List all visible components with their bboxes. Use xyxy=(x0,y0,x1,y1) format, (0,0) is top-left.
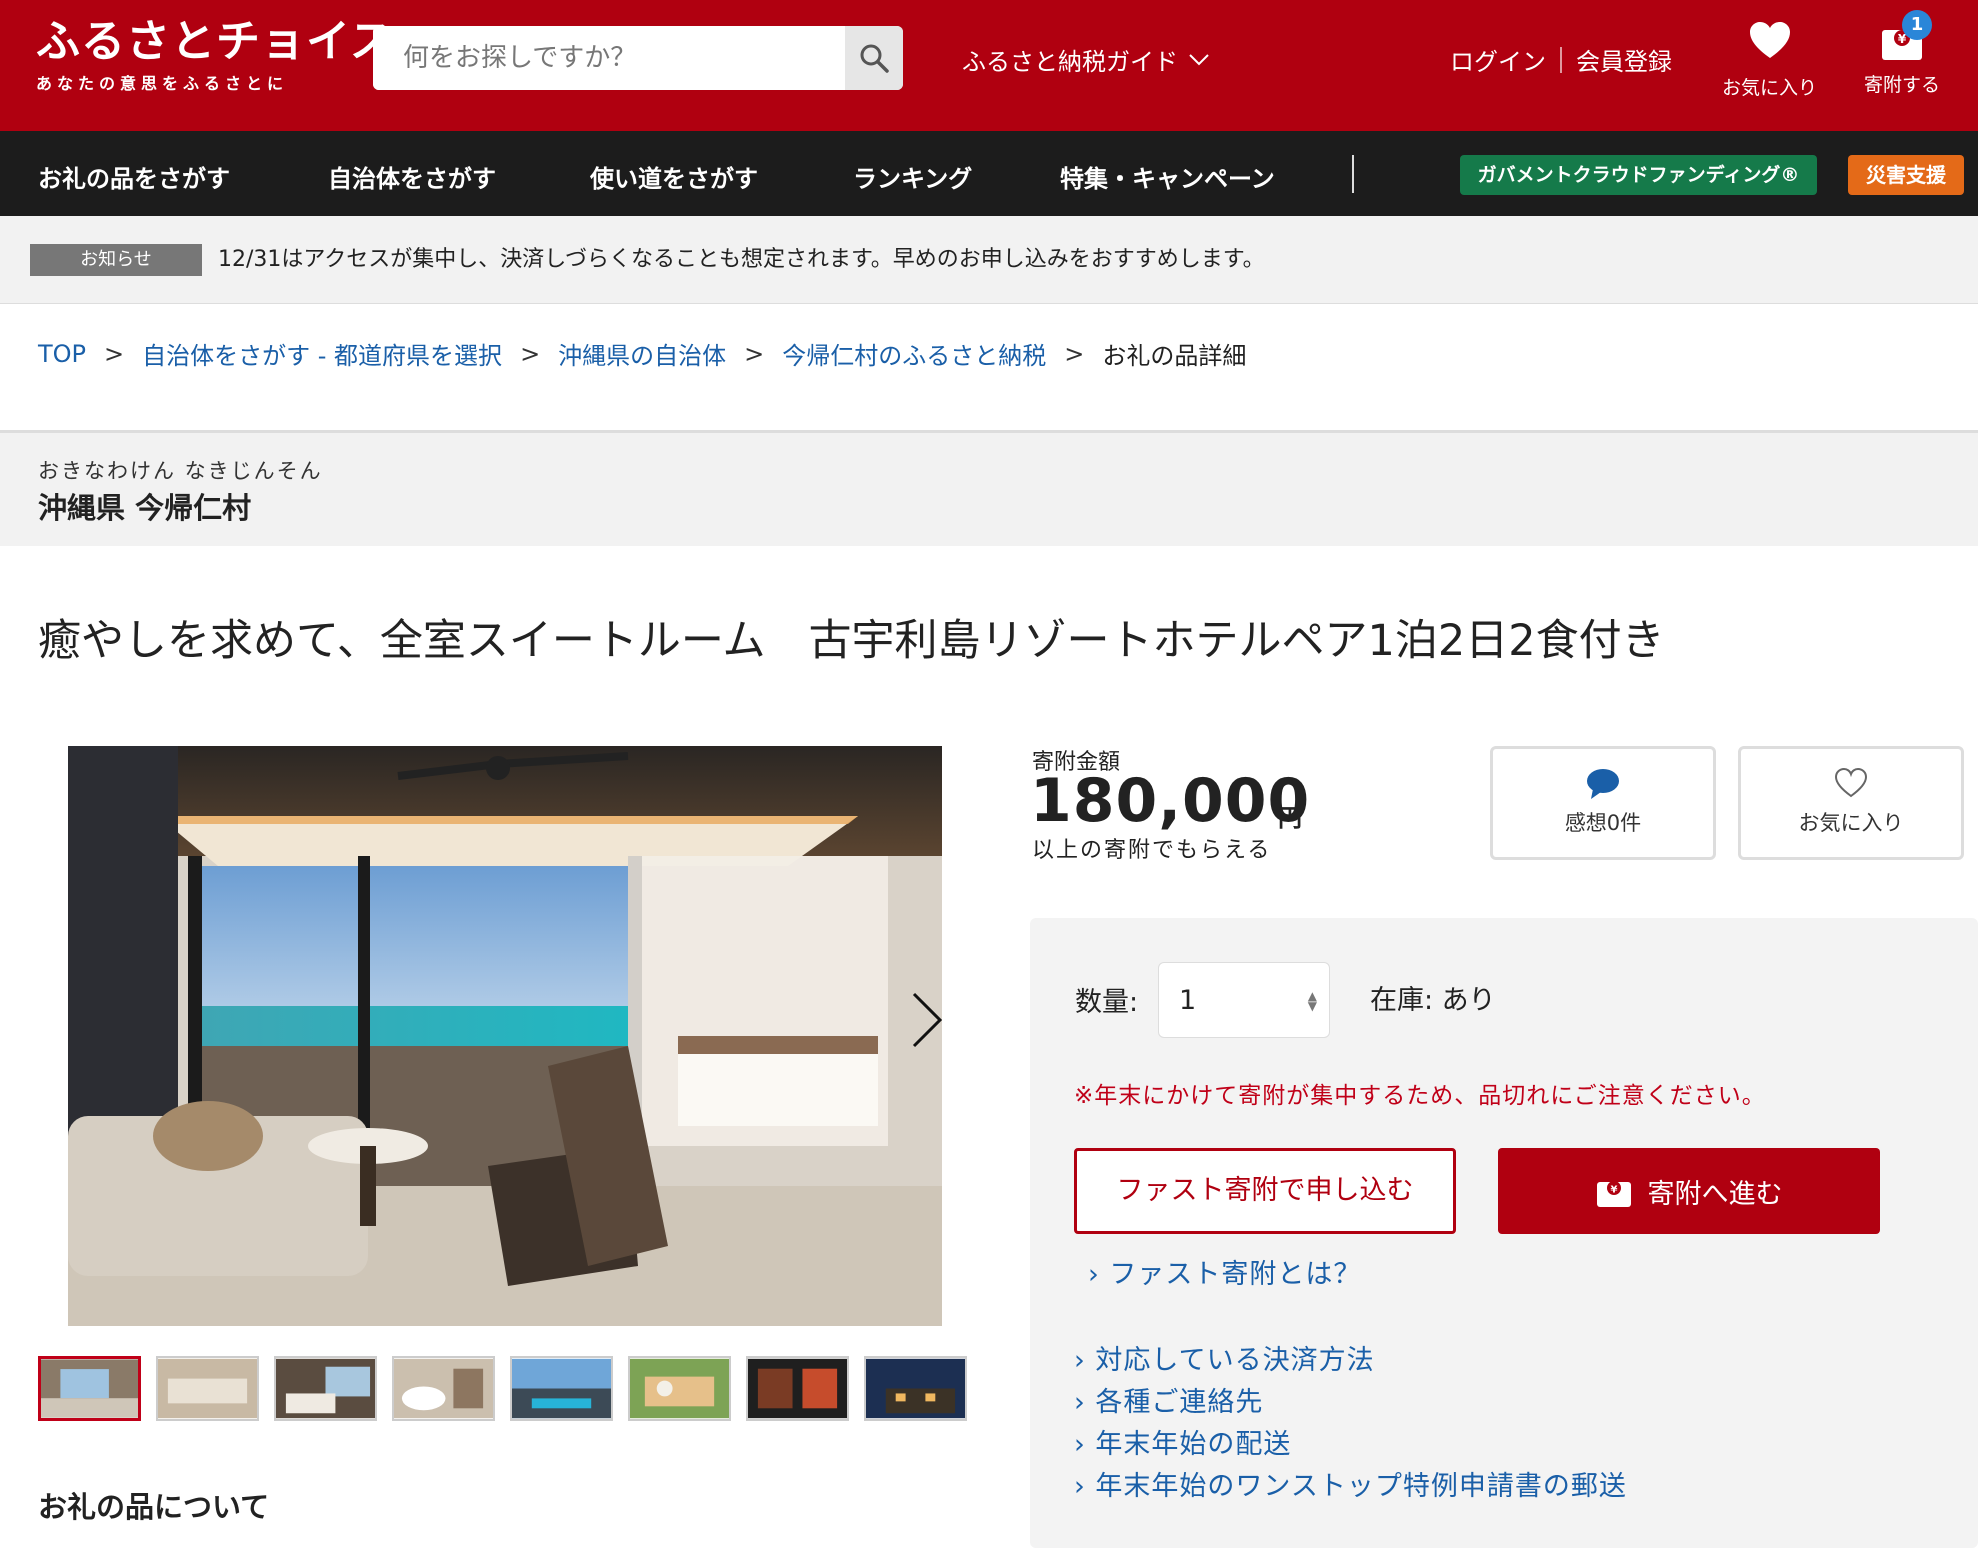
municipality-header: おきなわけん なきじんそん 沖縄県 今帰仁村 xyxy=(0,430,1978,546)
contacts-link[interactable]: › 各種ご連絡先 xyxy=(1074,1380,1263,1419)
cart-count-badge: 1 xyxy=(1902,10,1932,40)
proceed-donation-button[interactable]: ¥ 寄附へ進む xyxy=(1498,1148,1880,1234)
nav-disaster-button[interactable]: 災害支援 xyxy=(1848,155,1964,195)
next-image-button[interactable] xyxy=(910,990,944,1054)
speech-bubble-icon xyxy=(1587,769,1619,799)
heart-icon xyxy=(1749,22,1790,58)
product-main-image[interactable] xyxy=(68,746,942,1326)
donate-cart-button[interactable]: ¥ 1 寄附する xyxy=(1864,10,1941,97)
one-stop-mail-label: 年末年始のワンストップ特例申請書の郵送 xyxy=(1095,1471,1627,1502)
breadcrumb-prefecture-select[interactable]: 自治体をさがす - 都道府県を選択 xyxy=(142,336,502,371)
notice-text: 12/31はアクセスが集中し、決済しづらくなることも想定されます。早めのお申し込… xyxy=(218,247,1265,272)
thumbnail[interactable] xyxy=(510,1356,613,1421)
thumbnail[interactable] xyxy=(628,1356,731,1421)
thumbnail-strip xyxy=(38,1356,967,1421)
chevron-right-icon: › xyxy=(1074,1345,1086,1376)
fast-donation-info-link[interactable]: › ファスト寄附とは？ xyxy=(1088,1252,1361,1291)
amount-note: 以上の寄附でもらえる xyxy=(1032,838,1272,863)
chevron-right-icon: › xyxy=(1088,1259,1100,1290)
fast-donation-info-label: ファスト寄附とは？ xyxy=(1109,1259,1362,1290)
nav-divider xyxy=(1352,155,1354,193)
favorites-label: お気に入り xyxy=(1722,77,1818,99)
logo-text: ふるさとチョイス xyxy=(36,16,395,67)
chevron-right-icon: › xyxy=(1074,1387,1086,1418)
chevron-right-icon: › xyxy=(1074,1429,1086,1460)
reviews-label: 感想0件 xyxy=(1564,811,1642,835)
municipality-kana: おきなわけん なきじんそん xyxy=(38,459,323,483)
notice-bar: お知らせ 12/31はアクセスが集中し、決済しづらくなることも想定されます。早め… xyxy=(0,216,1978,304)
search-icon xyxy=(860,44,889,73)
quantity-label: 数量: xyxy=(1075,987,1139,1018)
breadcrumb: TOP > 自治体をさがす - 都道府県を選択 > 沖縄県の自治体 > 今帰仁村… xyxy=(38,336,1246,371)
quantity-select[interactable]: 1 ▲ ▼ xyxy=(1158,962,1330,1038)
auth-links: ログイン 会員登録 xyxy=(1450,42,1672,77)
breadcrumb-okinawa[interactable]: 沖縄県の自治体 xyxy=(558,336,726,371)
guide-menu[interactable]: ふるさと納税ガイド xyxy=(962,42,1210,77)
nav-search-municipalities[interactable]: 自治体をさがす xyxy=(328,159,496,194)
stock-warning: ※年末にかけて寄附が集中するため、品切れにご注意ください。 xyxy=(1074,1083,1766,1109)
chevron-right-icon: › xyxy=(1074,1471,1086,1502)
add-favorite-button[interactable]: お気に入り xyxy=(1738,746,1964,860)
currency-label: 円 xyxy=(1278,804,1302,832)
reviews-button[interactable]: 感想0件 xyxy=(1490,746,1716,860)
payment-methods-label: 対応している決済方法 xyxy=(1095,1345,1375,1376)
product-title: 癒やしを求めて、全室スイートルーム 古宇利島リゾートホテルペア1泊2日2食付き xyxy=(38,616,1665,666)
donate-label: 寄附する xyxy=(1864,74,1941,96)
thumbnail[interactable] xyxy=(274,1356,377,1421)
donation-panel: 数量: 1 ▲ ▼ 在庫: あり ※年末にかけて寄附が集中するため、品切れにご注意… xyxy=(1030,918,1978,1548)
chevron-down-icon xyxy=(1189,53,1209,65)
proceed-label: 寄附へ進む xyxy=(1647,1178,1783,1210)
nav-gcf-button[interactable]: ガバメントクラウドファンディング® xyxy=(1460,155,1817,195)
thumbnail[interactable] xyxy=(392,1356,495,1421)
nav-search-uses[interactable]: 使い道をさがす xyxy=(590,159,758,194)
nav-search-gifts[interactable]: お礼の品をさがす xyxy=(38,159,230,194)
search-button[interactable] xyxy=(845,26,903,90)
year-end-shipping-label: 年末年始の配送 xyxy=(1095,1429,1292,1460)
contacts-label: 各種ご連絡先 xyxy=(1095,1387,1264,1418)
heart-outline-icon xyxy=(1834,767,1868,798)
breadcrumb-separator: > xyxy=(744,339,765,368)
site-header: ふるさとチョイス あなたの意思をふるさとに ふるさと納税ガイド ログイン 会員登… xyxy=(0,0,1978,131)
breadcrumb-separator: > xyxy=(1064,339,1085,368)
favorites-button[interactable]: お気に入り xyxy=(1722,20,1817,100)
breadcrumb-separator: > xyxy=(520,339,541,368)
favorite-label: お気に入り xyxy=(1798,811,1904,835)
breadcrumb-top[interactable]: TOP xyxy=(38,340,86,368)
breadcrumb-current: お礼の品詳細 xyxy=(1102,342,1247,370)
municipality-name[interactable]: 沖縄県 今帰仁村 xyxy=(38,485,251,527)
about-gift-heading: お礼の品について xyxy=(38,1490,270,1524)
main-nav: お礼の品をさがす 自治体をさがす 使い道をさがす ランキング 特集・キャンペーン… xyxy=(0,131,1978,216)
thumbnail[interactable] xyxy=(746,1356,849,1421)
site-logo[interactable]: ふるさとチョイス あなたの意思をふるさとに xyxy=(36,18,395,94)
stock-status: 在庫: あり xyxy=(1370,985,1496,1016)
register-link[interactable]: 会員登録 xyxy=(1576,42,1672,77)
nav-ranking[interactable]: ランキング xyxy=(853,159,972,194)
search-box xyxy=(373,26,903,90)
login-link[interactable]: ログイン xyxy=(1450,42,1546,77)
guide-label: ふるさと納税ガイド xyxy=(962,48,1178,76)
quantity-value: 1 xyxy=(1179,985,1197,1016)
svg-text:¥: ¥ xyxy=(1610,1185,1617,1196)
thumbnail[interactable] xyxy=(864,1356,967,1421)
logo-tagline: あなたの意思をふるさとに xyxy=(36,74,289,93)
donation-box-icon: ¥ xyxy=(1596,1181,1631,1207)
payment-methods-link[interactable]: › 対応している決済方法 xyxy=(1074,1338,1375,1377)
nav-features[interactable]: 特集・キャンペーン xyxy=(1060,159,1275,194)
one-stop-mail-link[interactable]: › 年末年始のワンストップ特例申請書の郵送 xyxy=(1074,1464,1627,1503)
year-end-shipping-link[interactable]: › 年末年始の配送 xyxy=(1074,1422,1291,1461)
stepper-icon: ▲ ▼ xyxy=(1307,989,1317,1013)
breadcrumb-nakijin[interactable]: 今帰仁村のふるさと納税 xyxy=(782,336,1046,371)
thumbnail[interactable] xyxy=(38,1356,141,1421)
donation-amount: 180,000 xyxy=(1030,766,1311,836)
breadcrumb-separator: > xyxy=(104,339,125,368)
notice-tag: お知らせ xyxy=(30,244,202,276)
auth-divider xyxy=(1560,46,1562,73)
thumbnail[interactable] xyxy=(156,1356,259,1421)
search-input[interactable] xyxy=(373,26,843,90)
fast-donation-button[interactable]: ファスト寄附で申し込む xyxy=(1074,1148,1456,1234)
hotel-room-photo xyxy=(68,746,942,1326)
chevron-right-icon xyxy=(912,992,943,1048)
